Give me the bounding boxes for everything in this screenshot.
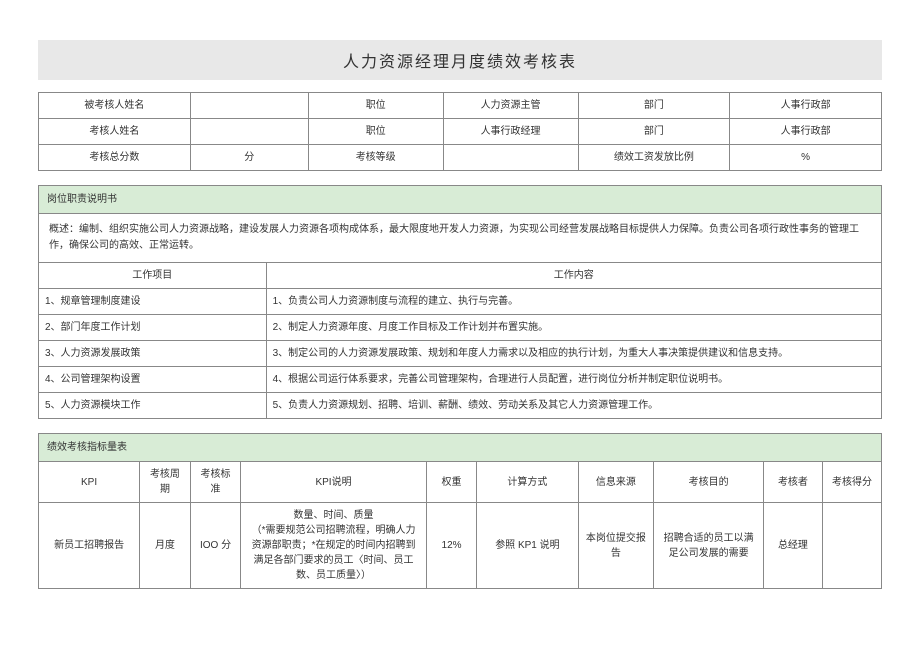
table-row: 概述：编制、组织实施公司人力资源战略，建设发展人力资源各项构成体系，最大限度地开… bbox=[39, 214, 882, 263]
kpi-desc-line1: 数量、时间、质量 bbox=[247, 508, 419, 523]
kpi-desc-line2: （*需要规范公司招聘流程，明确人力资源部职责；*在规定的时间内招聘到满足各部门要… bbox=[247, 523, 419, 583]
kpi-header: 考核周期 bbox=[140, 462, 191, 503]
table-row: 2、部门年度工作计划 2、制定人力资源年度、月度工作目标及工作计划并布置实施。 bbox=[39, 315, 882, 341]
info-table: 被考核人姓名 职位 人力资源主管 部门 人事行政部 考核人姓名 职位 人事行政经… bbox=[38, 92, 882, 171]
info-label: 职位 bbox=[308, 93, 443, 119]
info-value bbox=[190, 93, 308, 119]
kpi-table: 绩效考核指标量表 KPI 考核周期 考核标准 KPI说明 权重 计算方式 信息来… bbox=[38, 433, 882, 589]
kpi-header: 考核得分 bbox=[822, 462, 881, 503]
table-row: 工作项目 工作内容 bbox=[39, 263, 882, 289]
info-value bbox=[443, 145, 578, 171]
kpi-header: 考核者 bbox=[763, 462, 822, 503]
kpi-cell bbox=[822, 503, 881, 589]
kpi-cell: 总经理 bbox=[763, 503, 822, 589]
kpi-header: KPI bbox=[39, 462, 140, 503]
duty-heading: 岗位职责说明书 bbox=[39, 186, 882, 214]
kpi-cell: 月度 bbox=[140, 503, 191, 589]
info-label: 部门 bbox=[578, 93, 730, 119]
table-row: 被考核人姓名 职位 人力资源主管 部门 人事行政部 bbox=[39, 93, 882, 119]
kpi-cell: 新员工招聘报告 bbox=[39, 503, 140, 589]
duty-item: 1、规章管理制度建设 bbox=[39, 289, 267, 315]
info-value: 分 bbox=[190, 145, 308, 171]
duty-item: 2、部门年度工作计划 bbox=[39, 315, 267, 341]
duty-col-header: 工作内容 bbox=[266, 263, 881, 289]
table-row: 5、人力资源模块工作 5、负责人力资源规划、招聘、培训、薪酬、绩效、劳动关系及其… bbox=[39, 393, 882, 419]
info-value bbox=[190, 119, 308, 145]
info-label: 考核等级 bbox=[308, 145, 443, 171]
kpi-header: 考核目的 bbox=[654, 462, 764, 503]
table-row: 绩效考核指标量表 bbox=[39, 434, 882, 462]
kpi-header: 考核标准 bbox=[190, 462, 241, 503]
duty-item: 5、人力资源模块工作 bbox=[39, 393, 267, 419]
kpi-heading: 绩效考核指标量表 bbox=[39, 434, 882, 462]
table-row: 4、公司管理架构设置 4、根据公司运行体系要求，完善公司管理架构，合理进行人员配… bbox=[39, 367, 882, 393]
info-value: 人力资源主管 bbox=[443, 93, 578, 119]
kpi-cell: 12% bbox=[426, 503, 477, 589]
duty-content: 1、负责公司人力资源制度与流程的建立、执行与完善。 bbox=[266, 289, 881, 315]
page-title: 人力资源经理月度绩效考核表 bbox=[38, 40, 882, 80]
duty-summary-text: 编制、组织实施公司人力资源战略，建设发展人力资源各项构成体系，最大限度地开发人力… bbox=[49, 224, 859, 251]
kpi-header: 信息来源 bbox=[578, 462, 654, 503]
duty-content: 5、负责人力资源规划、招聘、培训、薪酬、绩效、劳动关系及其它人力资源管理工作。 bbox=[266, 393, 881, 419]
table-row: 考核人姓名 职位 人事行政经理 部门 人事行政部 bbox=[39, 119, 882, 145]
duty-item: 4、公司管理架构设置 bbox=[39, 367, 267, 393]
kpi-cell: 招聘合适的员工以满足公司发展的需要 bbox=[654, 503, 764, 589]
kpi-header: KPI说明 bbox=[241, 462, 426, 503]
duty-summary-label: 概述： bbox=[49, 224, 79, 235]
info-label: 考核人姓名 bbox=[39, 119, 191, 145]
kpi-cell: IOO 分 bbox=[190, 503, 241, 589]
duty-item: 3、人力资源发展政策 bbox=[39, 341, 267, 367]
duty-summary: 概述：编制、组织实施公司人力资源战略，建设发展人力资源各项构成体系，最大限度地开… bbox=[39, 214, 882, 263]
table-row: 考核总分数 分 考核等级 绩效工资发放比例 % bbox=[39, 145, 882, 171]
kpi-cell: 参照 KP1 说明 bbox=[477, 503, 578, 589]
info-value: 人事行政经理 bbox=[443, 119, 578, 145]
table-row: 1、规章管理制度建设 1、负责公司人力资源制度与流程的建立、执行与完善。 bbox=[39, 289, 882, 315]
duty-content: 4、根据公司运行体系要求，完善公司管理架构，合理进行人员配置，进行岗位分析并制定… bbox=[266, 367, 881, 393]
table-row: 新员工招聘报告 月度 IOO 分 数量、时间、质量 （*需要规范公司招聘流程，明… bbox=[39, 503, 882, 589]
info-value: 人事行政部 bbox=[730, 93, 882, 119]
info-label: 绩效工资发放比例 bbox=[578, 145, 730, 171]
info-value: % bbox=[730, 145, 882, 171]
info-label: 被考核人姓名 bbox=[39, 93, 191, 119]
info-label: 职位 bbox=[308, 119, 443, 145]
duty-content: 2、制定人力资源年度、月度工作目标及工作计划并布置实施。 bbox=[266, 315, 881, 341]
duty-content: 3、制定公司的人力资源发展政策、规划和年度人力需求以及相应的执行计划，为重大人事… bbox=[266, 341, 881, 367]
kpi-cell: 本岗位提交报告 bbox=[578, 503, 654, 589]
info-label: 考核总分数 bbox=[39, 145, 191, 171]
kpi-header: 权重 bbox=[426, 462, 477, 503]
duty-table: 岗位职责说明书 概述：编制、组织实施公司人力资源战略，建设发展人力资源各项构成体… bbox=[38, 185, 882, 419]
table-row: KPI 考核周期 考核标准 KPI说明 权重 计算方式 信息来源 考核目的 考核… bbox=[39, 462, 882, 503]
info-value: 人事行政部 bbox=[730, 119, 882, 145]
table-row: 3、人力资源发展政策 3、制定公司的人力资源发展政策、规划和年度人力需求以及相应… bbox=[39, 341, 882, 367]
kpi-cell: 数量、时间、质量 （*需要规范公司招聘流程，明确人力资源部职责；*在规定的时间内… bbox=[241, 503, 426, 589]
info-label: 部门 bbox=[578, 119, 730, 145]
table-row: 岗位职责说明书 bbox=[39, 186, 882, 214]
duty-col-header: 工作项目 bbox=[39, 263, 267, 289]
kpi-header: 计算方式 bbox=[477, 462, 578, 503]
